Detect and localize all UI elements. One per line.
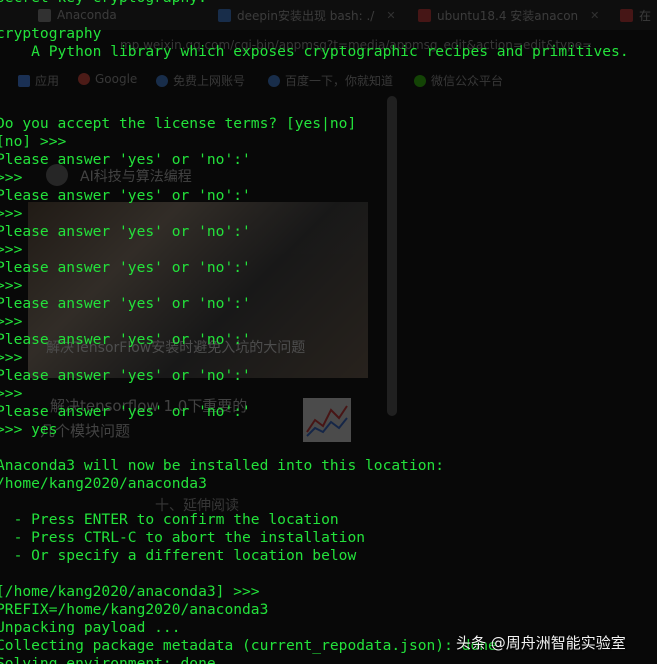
terminal-line: [/home/kang2020/anaconda3] >>> [0,583,260,600]
terminal-line: Please answer 'yes' or 'no':' [0,223,251,240]
terminal-line: Please answer 'yes' or 'no':' [0,403,251,420]
terminal-line: A Python library which exposes cryptogra… [0,43,629,60]
terminal-line: Please answer 'yes' or 'no':' [0,367,251,384]
terminal-line: Solving environment: done [0,655,216,664]
terminal-line: Please answer 'yes' or 'no':' [0,187,251,204]
watermark: 头条 @周舟洲智能实验室 [456,634,626,652]
terminal-line: >>> [0,385,23,402]
terminal-line: >>> yes [0,421,58,438]
terminal-line: - Press ENTER to confirm the location [0,511,339,528]
terminal-line: Please answer 'yes' or 'no':' [0,259,251,276]
terminal-line: Please answer 'yes' or 'no':' [0,151,251,168]
terminal-line: >>> [0,313,23,330]
terminal-line: Do you accept the license terms? [yes|no… [0,115,357,132]
terminal-line: cryptography [0,25,102,42]
terminal-line: secret-key cryptography. [0,0,629,7]
terminal-line: >>> [0,349,23,366]
terminal-line: Please answer 'yes' or 'no':' [0,331,251,348]
terminal-line: >>> [0,205,23,222]
terminal-line: Anaconda3 will now be installed into thi… [0,457,445,474]
terminal-line: - Press CTRL-C to abort the installation [0,529,366,546]
terminal-line: Please answer 'yes' or 'no':' [0,295,251,312]
tab-label: 在 [639,8,652,23]
terminal-output[interactable]: secret-key cryptography. cryptography A P… [0,0,629,664]
terminal-line: >>> [0,241,23,258]
terminal-line: [no] >>> [0,133,67,150]
terminal-line: /home/kang2020/anaconda3 [0,475,207,492]
terminal-line: >>> [0,277,23,294]
terminal-line: >>> [0,169,23,186]
terminal-line: - Or specify a different location below [0,547,357,564]
terminal-line: PREFIX=/home/kang2020/anaconda3 [0,601,269,618]
